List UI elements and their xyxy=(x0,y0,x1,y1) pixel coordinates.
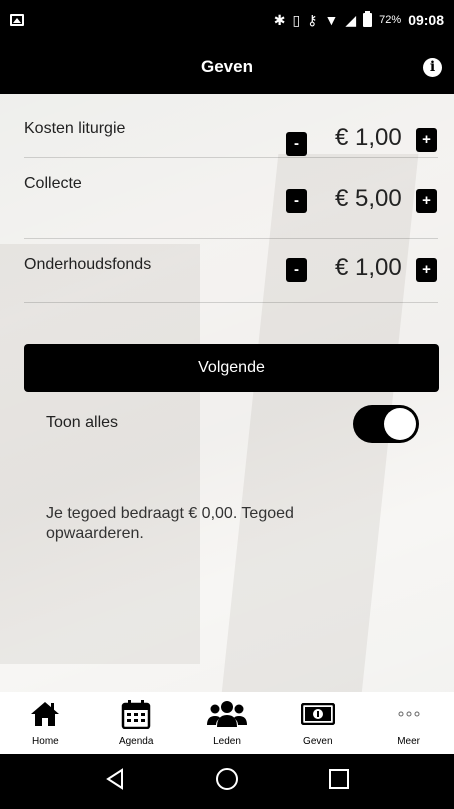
nav-geven[interactable]: Geven xyxy=(272,692,363,754)
nav-label: Geven xyxy=(303,736,333,747)
vibrate-icon: ▯ xyxy=(292,12,301,28)
donation-amount: € 5,00 xyxy=(335,185,402,212)
home-circle-icon[interactable] xyxy=(215,767,239,796)
home-icon xyxy=(30,698,60,730)
battery-percent: 72% xyxy=(379,14,402,26)
key-icon: ⚷ xyxy=(307,12,318,28)
signal-icon: ◢ xyxy=(345,12,357,28)
main-content: Kosten liturgie - € 1,00 + Collecte - € … xyxy=(0,94,454,692)
back-icon[interactable] xyxy=(104,768,126,795)
nav-meer[interactable]: Meer xyxy=(363,692,454,754)
credit-balance-text[interactable]: Je tegoed bedraagt € 0,00. Tegoed opwaar… xyxy=(46,504,376,544)
nav-home[interactable]: Home xyxy=(0,692,91,754)
money-icon xyxy=(300,698,335,730)
donation-amount: € 1,00 xyxy=(335,124,402,151)
page-title: Geven xyxy=(201,57,253,76)
show-all-label: Toon alles xyxy=(46,414,119,431)
donation-amount: € 1,00 xyxy=(335,254,402,281)
increase-button[interactable]: + xyxy=(416,258,437,282)
nav-label: Meer xyxy=(397,736,420,747)
nav-leden[interactable]: Leden xyxy=(182,692,273,754)
status-bar: ✱ ▯ ⚷ ▼ ◢ 72% 09:08 xyxy=(0,0,454,40)
more-icon xyxy=(397,698,421,730)
toggle-knob xyxy=(384,408,416,440)
people-icon xyxy=(206,698,247,730)
donation-row: Kosten liturgie - € 1,00 + xyxy=(24,94,438,158)
donation-row: Collecte - € 5,00 + xyxy=(24,175,438,239)
increase-button[interactable]: + xyxy=(416,189,437,213)
decrease-button[interactable]: - xyxy=(286,258,307,282)
show-all-toggle[interactable] xyxy=(353,405,419,443)
nav-label: Agenda xyxy=(118,736,154,747)
system-navigation-bar xyxy=(0,754,454,809)
nav-agenda[interactable]: Agenda xyxy=(91,692,182,754)
recents-icon[interactable] xyxy=(328,768,350,795)
background-building-shape xyxy=(0,244,200,664)
wifi-icon: ▼ xyxy=(324,12,339,28)
decrease-button[interactable]: - xyxy=(286,132,307,156)
clock: 09:08 xyxy=(408,12,444,28)
decrease-button[interactable]: - xyxy=(286,189,307,213)
donation-label: Collecte xyxy=(24,175,82,192)
donation-row: Onderhoudsfonds - € 1,00 + xyxy=(24,239,438,303)
nav-label: Home xyxy=(32,736,59,747)
bottom-navigation: Home Agenda Leden Geven Meer xyxy=(0,692,454,754)
next-button[interactable]: Volgende xyxy=(24,344,439,392)
nav-label: Leden xyxy=(213,736,241,747)
donation-label: Kosten liturgie xyxy=(24,120,126,137)
increase-button[interactable]: + xyxy=(416,128,437,152)
bluetooth-icon: ✱ xyxy=(273,12,286,28)
battery-icon xyxy=(363,11,373,27)
app-header: Geven i xyxy=(0,40,454,94)
donation-label: Onderhoudsfonds xyxy=(24,256,152,273)
info-icon[interactable]: i xyxy=(423,58,442,77)
image-notification-icon xyxy=(10,14,24,26)
calendar-icon xyxy=(121,698,151,730)
